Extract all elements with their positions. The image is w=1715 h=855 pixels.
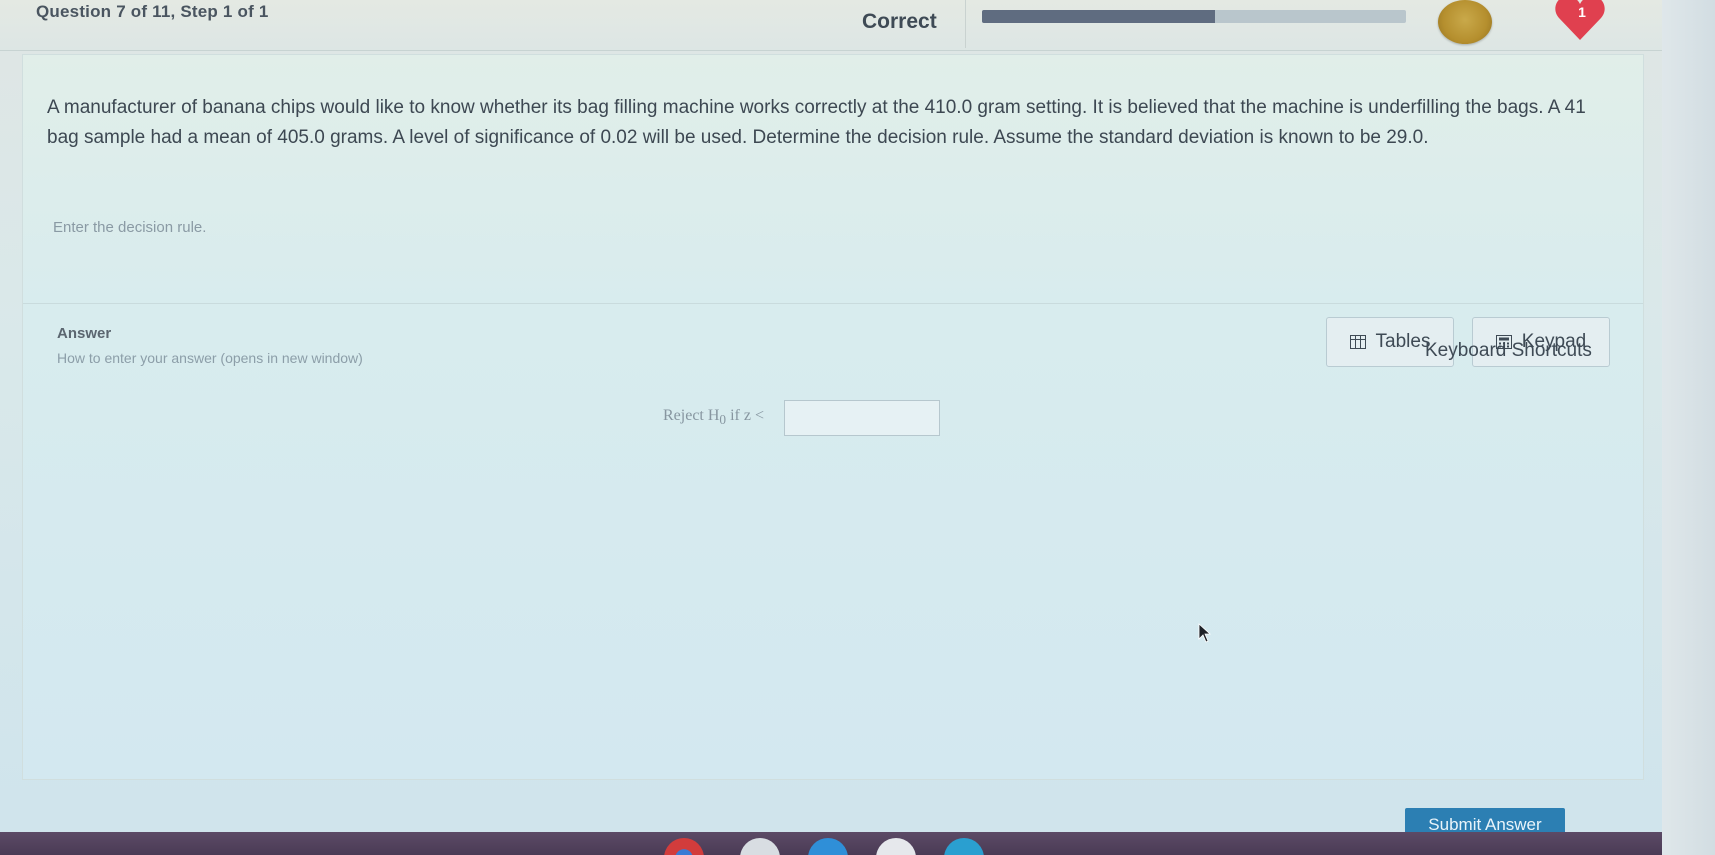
keyboard-shortcuts-link[interactable]: Keyboard Shortcuts: [1425, 340, 1592, 362]
coin-icon[interactable]: [1438, 0, 1492, 44]
header-bar: Question 7 of 11, Step 1 of 1 Correct 1: [0, 0, 1715, 51]
question-card: A manufacturer of banana chips would lik…: [22, 54, 1644, 780]
heart-count: 1: [1578, 4, 1586, 20]
question-text: A manufacturer of banana chips would lik…: [47, 97, 1586, 148]
screen-bezel: [1662, 0, 1715, 855]
answer-help-link[interactable]: How to enter your answer (opens in new w…: [57, 350, 363, 366]
question-prompt: Enter the decision rule.: [53, 219, 207, 236]
screen: Question 7 of 11, Step 1 of 1 Correct 1 …: [0, 0, 1715, 855]
critical-value-input[interactable]: [784, 400, 940, 436]
question-step-info: Question 7 of 11, Step 1 of 1: [36, 2, 269, 21]
progress-bar: [982, 10, 1406, 23]
answer-label: Answer: [57, 325, 112, 342]
tables-label: Tables: [1375, 331, 1431, 352]
table-icon: [1349, 335, 1366, 349]
decision-rule-label: Reject H0 if z <: [663, 407, 764, 428]
section-divider: [23, 303, 1643, 304]
mouse-cursor-icon: [1198, 623, 1212, 643]
decision-rule-row: Reject H0 if z <: [663, 400, 940, 436]
taskbar: [0, 832, 1715, 855]
answer-status: Correct: [862, 10, 937, 33]
progress-fill: [982, 10, 1216, 23]
header-divider: [965, 0, 966, 48]
